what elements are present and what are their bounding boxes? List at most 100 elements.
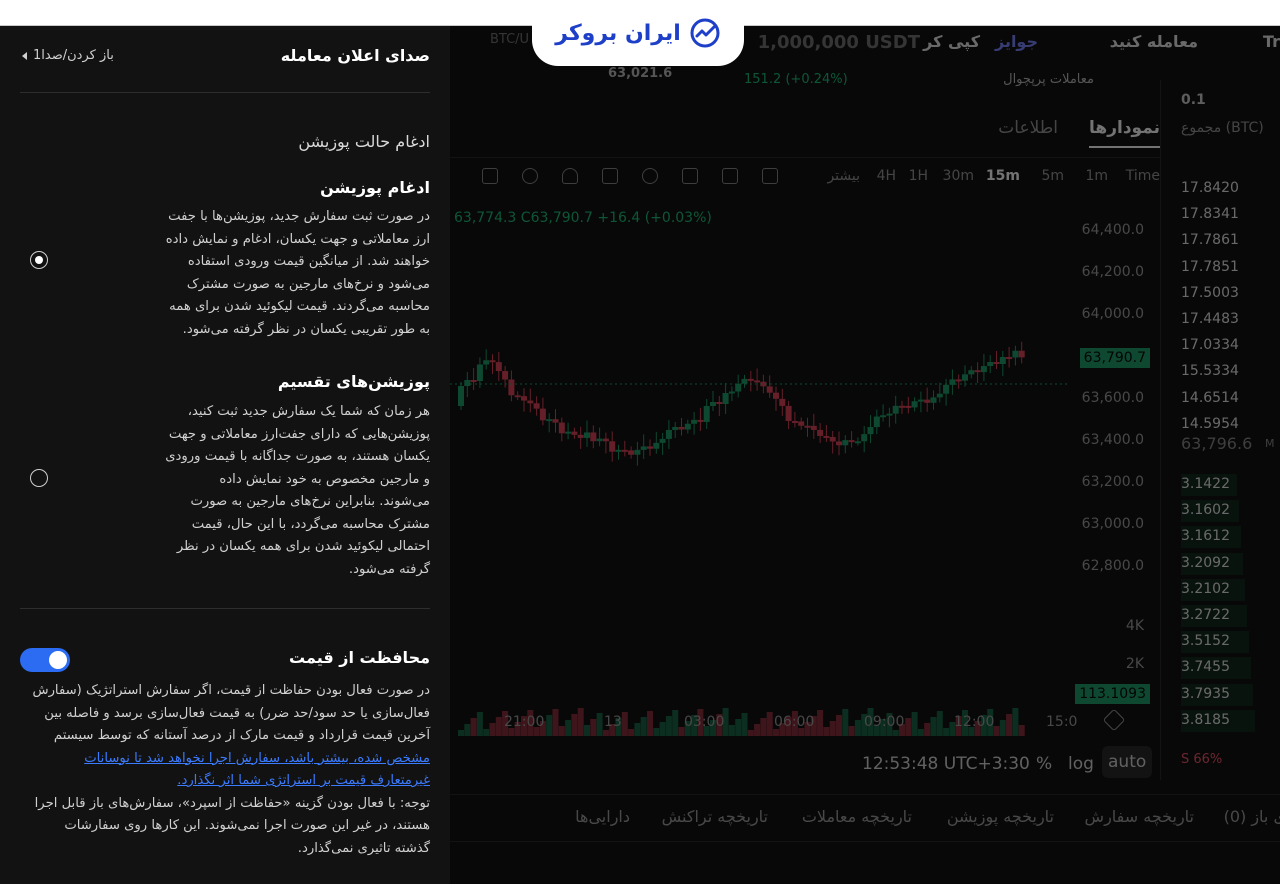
merge-position-radio[interactable] (30, 251, 48, 269)
bid-amount: 3.1602 (1181, 502, 1230, 519)
volume-bar (634, 723, 641, 736)
orderbook-bid-row[interactable]: 3.7935 (1181, 682, 1280, 706)
open-sound-toggle[interactable]: باز کردن/صدا1 (22, 48, 114, 63)
tab-position-history[interactable]: تاریخچه پوزیشن (947, 807, 1054, 826)
line-chart-icon[interactable] (722, 168, 738, 184)
orderbook-bid-row[interactable]: 3.1422 (1181, 472, 1280, 496)
desc-line: مشترک محاسبه می‌گردد، با این حال، قیمت (191, 516, 430, 532)
tab-info[interactable]: اطلاعات (998, 118, 1058, 138)
candle-body (911, 401, 918, 408)
tf-1h[interactable]: 1H (909, 168, 928, 184)
tab-transaction-history[interactable]: تاریخچه تراکنش (662, 807, 768, 826)
log-scale-button[interactable]: log (1068, 754, 1094, 774)
pair-search[interactable]: BTC/U (490, 32, 529, 47)
volume-bar (470, 718, 477, 736)
desc-line: احتمالی لیکوئید شدن برای همه یکسان در نظ… (176, 539, 430, 554)
candle-body (691, 419, 698, 424)
tf-more[interactable]: بیشتر (827, 168, 860, 184)
tab-order-history[interactable]: تاریخچه سفارش (1085, 807, 1194, 826)
screenshot-icon[interactable] (602, 168, 618, 184)
tf-4h[interactable]: 4H (877, 168, 896, 184)
orderbook-bid-row[interactable]: 3.2092 (1181, 551, 1280, 575)
orderbook-ask-row[interactable]: 15.5334 (1181, 359, 1280, 383)
tf-time[interactable]: Time (1126, 168, 1160, 184)
orderbook-ask-row[interactable]: 14.6514 (1181, 386, 1280, 410)
bid-amount: 3.1422 (1181, 476, 1230, 492)
orderbook-ask-row[interactable]: 17.0334 (1181, 333, 1280, 357)
candle-body (508, 379, 515, 396)
nav-copy[interactable]: کپی کر (923, 32, 980, 51)
brand-logo-text: ایران بروکر (555, 20, 681, 46)
nav-tr[interactable]: Tr (1263, 32, 1280, 51)
brand-logo[interactable]: ایران بروکر (532, 0, 744, 66)
volume-bar (728, 725, 735, 736)
learn-more-link[interactable]: غیرمتعارف قیمت بر استراتژی شما اثر نگذار… (20, 770, 430, 793)
tf-1m[interactable]: 1m (1085, 168, 1108, 184)
candle-body (861, 434, 868, 442)
candle-body (754, 380, 761, 383)
indicator-icon[interactable] (642, 168, 658, 184)
split-positions-radio[interactable] (30, 469, 48, 487)
orderbook-ask-row[interactable]: 17.4483 (1181, 307, 1280, 331)
tab-charts[interactable]: نمودارها (1089, 118, 1160, 148)
candle-body (842, 440, 849, 446)
learn-more-link[interactable]: مشخص شده، بیشتر باشد، سفارش اجرا نخواهد … (20, 748, 430, 771)
price-protection-toggle[interactable] (20, 648, 70, 672)
candle-body (1018, 350, 1025, 358)
orderbook-ask-row[interactable]: 17.8341 (1181, 202, 1280, 226)
candle-body (665, 429, 672, 439)
orderbook-ask-row[interactable]: 17.5003 (1181, 281, 1280, 305)
candle-body (533, 403, 540, 409)
tab-trade-history[interactable]: تاریخچه معاملات (802, 807, 912, 826)
candle-body (993, 362, 1000, 365)
orderbook-step[interactable]: 0.1 (1181, 88, 1280, 112)
orderbook-bid-row[interactable]: 3.2722 (1181, 603, 1280, 627)
volume-bar (773, 729, 779, 736)
nav-prizes[interactable]: جوایز (995, 32, 1038, 51)
tf-30m[interactable]: 30m (943, 168, 974, 184)
candle-body (773, 392, 779, 399)
volume-bar (647, 711, 653, 736)
tab-open-orders[interactable]: ی باز (0) (1224, 807, 1280, 826)
auto-scale-button[interactable]: auto (1102, 746, 1153, 778)
candlestick-chart[interactable] (450, 226, 1160, 746)
bid-amount: 3.2102 (1181, 580, 1230, 597)
refresh-icon[interactable] (522, 168, 538, 184)
candle-body (779, 398, 786, 406)
orderbook-header: مجموع (BTC) (1181, 120, 1264, 136)
price-protection-title: محافظت از قیمت (289, 648, 430, 667)
tf-5m[interactable]: 5m (1041, 168, 1064, 184)
ticker-change: 151.2 (+0.24%) (744, 72, 848, 87)
volume-bar (829, 721, 836, 736)
orderbook-bid-row[interactable]: 3.8185 (1181, 708, 1280, 732)
orderbook-bid-row[interactable]: 3.5152 (1181, 629, 1280, 654)
candle-body (817, 429, 824, 436)
orderbook-bid-row[interactable]: 3.7455 (1181, 655, 1280, 680)
orderbook-ask-row[interactable]: 17.7851 (1181, 255, 1280, 279)
ohlc-readout: 63,774.3 C63,790.7 +16.4 (+0.03%) (454, 210, 712, 226)
balance-display: 1,000,000 USDT (757, 32, 920, 53)
y-tick: 64,400.0 (1081, 222, 1144, 238)
orderbook-bid-row[interactable]: 3.1602 (1181, 498, 1280, 523)
desc-line: خواهند شد. از میانگین قیمت ورودی استفاده (187, 254, 430, 269)
orderbook-ask-row[interactable]: 17.7861 (1181, 228, 1280, 252)
percent-scale-button[interactable]: % (1036, 754, 1052, 774)
nav-trade[interactable]: معامله کنید (1110, 32, 1198, 51)
note-line: گذشته تاثیری نمی‌گذارد. (297, 840, 430, 856)
grid-icon[interactable] (682, 168, 698, 184)
candle-body (684, 423, 691, 430)
tf-15m[interactable]: 15m (986, 168, 1020, 184)
candle-body (848, 440, 855, 443)
orderbook-ask-row[interactable]: 17.8420 (1181, 176, 1280, 200)
candle-body (943, 384, 950, 394)
orderbook-bid-row[interactable]: 3.1612 (1181, 524, 1280, 549)
candles-icon[interactable] (762, 168, 778, 184)
edit-icon[interactable] (482, 168, 498, 184)
orderbook-bid-row[interactable]: 3.2102 (1181, 577, 1280, 601)
alert-icon[interactable] (562, 168, 578, 184)
volume-bar (911, 712, 918, 736)
candle-body (621, 449, 628, 452)
tab-assets[interactable]: دارایی‌ها (575, 807, 630, 826)
y-tick: 64,000.0 (1081, 306, 1144, 322)
volume-bar (823, 727, 830, 736)
